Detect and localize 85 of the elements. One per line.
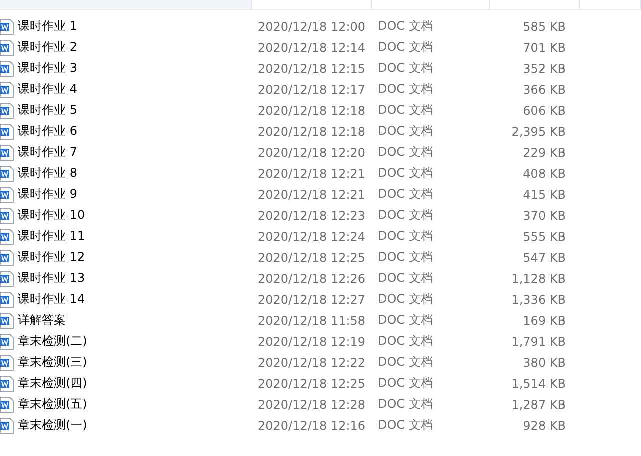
file-name[interactable]: 课时作业 8 — [18, 165, 78, 182]
file-type: DOC 文档 — [377, 165, 434, 182]
file-size: 928 KB — [523, 418, 566, 432]
file-name[interactable]: 章末检测(一) — [18, 417, 88, 434]
modified-date: 2020/12/18 12:20 — [257, 146, 367, 160]
file-type: DOC 文档 — [377, 228, 434, 245]
file-size: 1,336 KB — [512, 292, 566, 306]
column-header[interactable] — [252, 0, 372, 10]
modified-date: 2020/12/18 12:18 — [257, 124, 367, 138]
file-name[interactable]: 课时作业 12 — [18, 249, 86, 266]
column-header[interactable] — [0, 0, 252, 10]
modified-date: 2020/12/18 12:00 — [257, 20, 367, 34]
file-size: 380 KB — [523, 356, 566, 370]
file-type: DOC 文档 — [377, 312, 434, 329]
file-type: DOC 文档 — [377, 417, 434, 434]
file-name[interactable]: 课时作业 6 — [18, 123, 78, 140]
file-size: 606 KB — [523, 104, 566, 118]
modified-date: 2020/12/18 12:22 — [257, 356, 367, 370]
file-name[interactable]: 课时作业 1 — [18, 18, 78, 35]
column-header[interactable] — [490, 0, 580, 10]
file-name[interactable]: 章末检测(四) — [18, 375, 88, 392]
file-name[interactable]: 详解答案 — [18, 312, 66, 329]
file-type: DOC 文档 — [377, 39, 434, 56]
file-type: DOC 文档 — [377, 207, 434, 224]
file-name[interactable]: 课时作业 4 — [18, 81, 78, 98]
file-size: 547 KB — [523, 250, 566, 264]
file-size: 555 KB — [523, 230, 566, 244]
file-size: 415 KB — [523, 188, 566, 202]
file-type: DOC 文档 — [377, 396, 434, 413]
file-size: 370 KB — [523, 208, 566, 222]
modified-date: 2020/12/18 12:21 — [257, 188, 367, 202]
file-size: 169 KB — [523, 314, 566, 328]
column-header[interactable] — [372, 0, 490, 10]
file-type: DOC 文档 — [377, 18, 434, 35]
file-type: DOC 文档 — [377, 333, 434, 350]
file-size: 701 KB — [523, 40, 566, 54]
column-header[interactable] — [580, 0, 641, 10]
file-size: 1,791 KB — [512, 334, 566, 348]
modified-date: 2020/12/18 12:15 — [257, 62, 367, 76]
modified-date: 2020/12/18 12:14 — [257, 40, 367, 54]
file-type: DOC 文档 — [377, 249, 434, 266]
file-name[interactable]: 课时作业 10 — [18, 207, 86, 224]
file-name[interactable]: 课时作业 13 — [18, 270, 86, 287]
file-type: DOC 文档 — [377, 270, 434, 287]
file-name[interactable]: 章末检测(三) — [18, 354, 88, 371]
file-size: 1,128 KB — [512, 272, 566, 286]
file-type: DOC 文档 — [377, 144, 434, 161]
file-size: 229 KB — [523, 146, 566, 160]
modified-date: 2020/12/18 12:21 — [257, 166, 367, 180]
file-type: DOC 文档 — [377, 375, 434, 392]
file-type: DOC 文档 — [377, 102, 434, 119]
file-size: 585 KB — [523, 20, 566, 34]
modified-date: 2020/12/18 12:25 — [257, 376, 367, 390]
file-type: DOC 文档 — [377, 186, 434, 203]
file-name[interactable]: 章末检测(二) — [18, 333, 88, 350]
file-size: 1,514 KB — [512, 376, 566, 390]
modified-date: 2020/12/18 12:27 — [257, 292, 367, 306]
file-name[interactable]: 课时作业 3 — [18, 60, 78, 77]
file-name[interactable]: 课时作业 14 — [18, 291, 86, 308]
file-type: DOC 文档 — [377, 60, 434, 77]
file-name[interactable]: 课时作业 2 — [18, 39, 78, 56]
file-name[interactable]: 课时作业 5 — [18, 102, 78, 119]
file-name[interactable]: 课时作业 7 — [18, 144, 78, 161]
file-name[interactable]: 课时作业 9 — [18, 186, 78, 203]
file-type: DOC 文档 — [377, 123, 434, 140]
file-type: DOC 文档 — [377, 81, 434, 98]
modified-date: 2020/12/18 12:23 — [257, 208, 367, 222]
modified-date: 2020/12/18 12:18 — [257, 104, 367, 118]
modified-date: 2020/12/18 12:26 — [257, 272, 367, 286]
file-type: DOC 文档 — [377, 354, 434, 371]
file-size: 408 KB — [523, 166, 566, 180]
modified-date: 2020/12/18 12:24 — [257, 230, 367, 244]
modified-date: 2020/12/18 12:19 — [257, 334, 367, 348]
modified-date: 2020/12/18 11:58 — [257, 314, 367, 328]
modified-date: 2020/12/18 12:25 — [257, 250, 367, 264]
modified-date: 2020/12/18 12:28 — [257, 398, 367, 412]
file-size: 352 KB — [523, 62, 566, 76]
file-size: 2,395 KB — [512, 124, 566, 138]
file-name[interactable]: 课时作业 11 — [18, 228, 86, 245]
modified-date: 2020/12/18 12:17 — [257, 82, 367, 96]
file-name[interactable]: 章末检测(五) — [18, 396, 88, 413]
file-type: DOC 文档 — [377, 291, 434, 308]
file-size: 1,287 KB — [512, 398, 566, 412]
modified-date: 2020/12/18 12:16 — [257, 418, 367, 432]
file-size: 366 KB — [523, 82, 566, 96]
